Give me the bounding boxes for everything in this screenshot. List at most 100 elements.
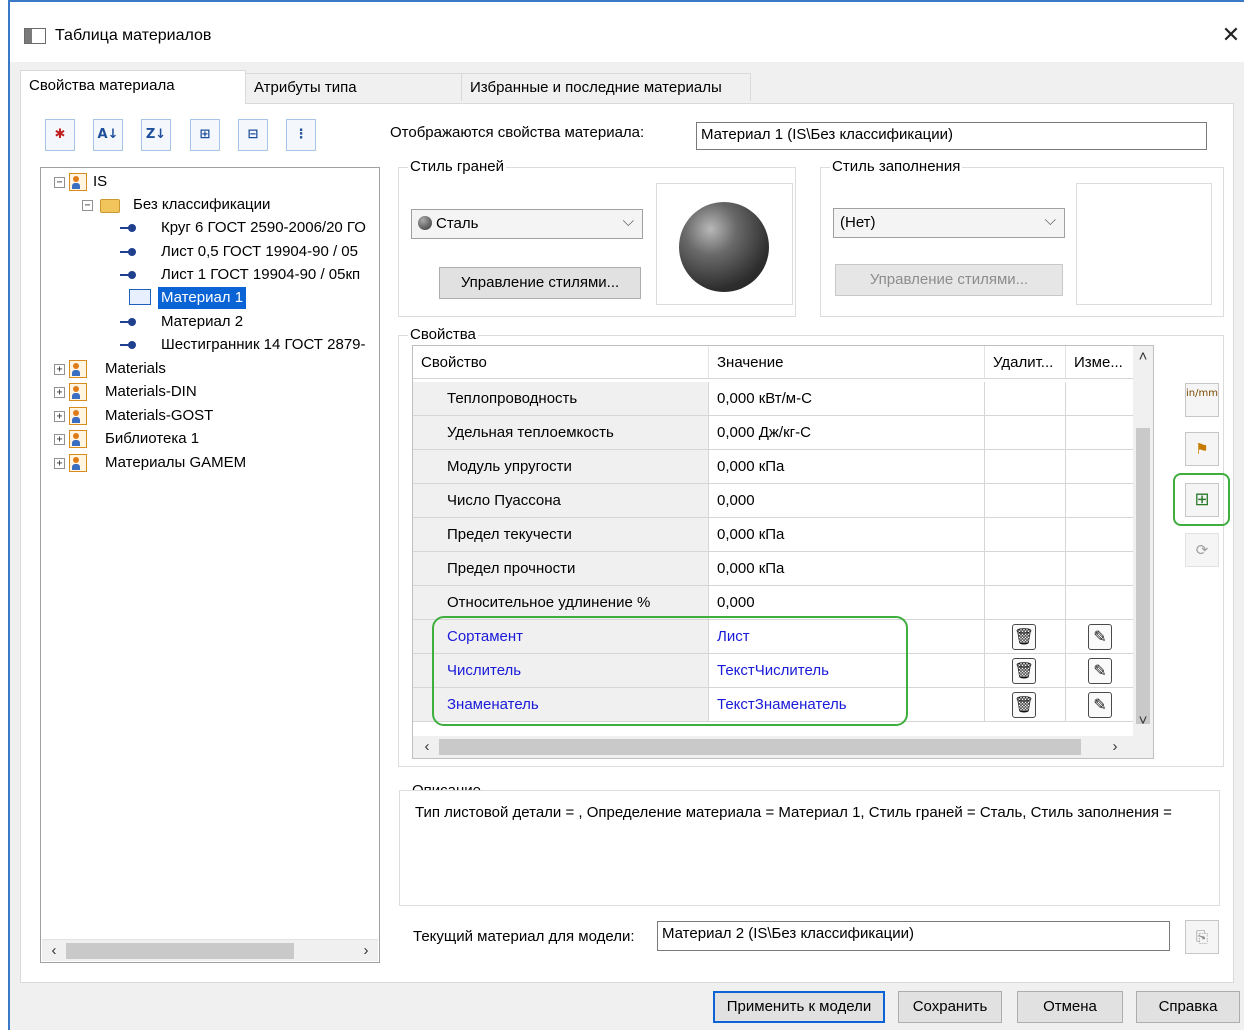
tree-item-material[interactable]: Материал 2 [161,311,243,333]
delete-cell [985,586,1066,620]
tree-item-material[interactable]: Лист 1 ГОСТ 19904-90 / 05кп [161,264,360,286]
refresh-icon[interactable]: ⟳ [1185,533,1219,567]
tree-item-material[interactable]: Круг 6 ГОСТ 2590-2006/20 ГО [161,217,366,239]
grid-vertical-scrollbar[interactable]: ˄ ˅ [1133,346,1153,736]
scroll-up-icon[interactable]: ˄ [1133,348,1153,366]
edit-cell [1066,416,1134,450]
apply-current-material-icon[interactable]: ⎘ [1185,920,1219,954]
scroll-left-icon[interactable]: ‹ [417,736,437,758]
apply-to-model-button[interactable]: Применить к модели [713,991,885,1023]
tree-item-library[interactable]: Библиотека 1 [105,428,199,450]
property-value-cell[interactable]: 0,000 кПа [709,450,985,484]
material-tree[interactable]: − IS − Без классификации Круг 6 ГОСТ 259… [40,167,380,963]
tree-item-is[interactable]: IS [93,171,107,193]
property-name-cell[interactable]: Теплопроводность [413,382,709,416]
help-button[interactable]: Справка [1136,991,1240,1023]
tree-item-material[interactable]: Лист 0,5 ГОСТ 19904-90 / 05 [161,241,358,263]
shown-props-label: Отображаются свойства материала: [390,124,645,141]
tab-favorites-recent[interactable]: Избранные и последние материалы [461,73,751,101]
material-icon [120,223,142,233]
property-name-cell[interactable]: Модуль упругости [413,450,709,484]
collapse-tree-icon[interactable]: ⊟ [238,119,268,151]
property-name-cell[interactable]: Удельная теплоемкость [413,416,709,450]
collapse-icon[interactable]: − [54,177,65,188]
delete-cell [985,416,1066,450]
material-icon [120,317,142,327]
shown-props-field[interactable]: Материал 1 (IS\Без классификации) [696,122,1207,150]
face-style-select[interactable]: Сталь ⌵ [411,209,643,239]
property-value-cell[interactable]: 0,000 кВт/м-С [709,382,985,416]
scroll-left-icon[interactable]: ‹ [44,940,64,962]
current-material-field[interactable]: Материал 2 (IS\Без классификации) [657,921,1170,951]
scroll-thumb[interactable] [1136,428,1150,724]
tree-item-library[interactable]: Materials-GOST [105,405,213,427]
close-icon[interactable]: ✕ [1218,22,1244,50]
fill-style-select[interactable]: (Нет) ⌵ [833,208,1065,238]
manage-fill-styles-button[interactable]: Управление стилями... [835,264,1063,296]
expand-icon[interactable]: + [54,364,65,375]
property-value-cell[interactable]: 0,000 кПа [709,518,985,552]
scroll-thumb[interactable] [439,739,1081,755]
property-value-cell[interactable]: 0,000 Дж/кг-С [709,416,985,450]
expand-icon[interactable]: + [54,458,65,469]
manage-face-styles-button[interactable]: Управление стилями... [439,267,641,299]
tree-item-unclassified[interactable]: Без классификации [133,194,270,216]
edit-icon[interactable]: ✎ [1088,658,1112,684]
edit-cell [1066,484,1134,518]
tree-item-material-selected[interactable]: Материал 1 [158,287,247,309]
tree-item-library[interactable]: Materials [105,358,166,380]
collapse-icon[interactable]: − [82,200,93,211]
expand-icon[interactable]: + [54,411,65,422]
col-header-edit[interactable]: Изме... [1066,346,1134,379]
grid-horizontal-scrollbar[interactable]: ‹ › [413,736,1153,758]
tab-type-attributes[interactable]: Атрибуты типа [245,73,462,101]
scroll-right-icon[interactable]: › [356,940,376,962]
tab-material-properties[interactable]: Свойства материала [20,70,246,104]
property-name-cell[interactable]: Предел прочности [413,552,709,586]
property-value-cell[interactable]: 0,000 [709,586,985,620]
expand-icon[interactable]: + [54,434,65,445]
library-icon [69,407,87,425]
delete-icon[interactable]: 🗑 [1012,692,1036,718]
col-header-property[interactable]: Свойство [413,346,709,379]
expand-icon[interactable]: + [54,387,65,398]
property-value-cell[interactable]: 0,000 кПа [709,552,985,586]
scroll-thumb[interactable] [66,943,294,959]
edit-cell [1066,552,1134,586]
delete-cell [985,382,1066,416]
save-button[interactable]: Сохранить [898,991,1002,1023]
new-material-icon[interactable]: ✱ [45,119,75,151]
edit-icon[interactable]: ✎ [1088,624,1112,650]
col-header-delete[interactable]: Удалит... [985,346,1066,379]
fill-style-value: (Нет) [840,214,876,231]
description-text: Тип листовой детали = , Определение мате… [399,790,1220,906]
library-icon [69,383,87,401]
tree-item-material[interactable]: Шестигранник 14 ГОСТ 2879- [161,334,366,356]
sort-za-icon[interactable]: Z↓ [141,119,171,151]
sort-az-icon[interactable]: A↓ [93,119,123,151]
tree-horizontal-scrollbar[interactable]: ‹ › [42,939,378,961]
units-icon[interactable]: in/mm [1185,383,1219,417]
property-name-cell[interactable]: Число Пуассона [413,484,709,518]
delete-cell [985,552,1066,586]
scroll-right-icon[interactable]: › [1105,736,1125,758]
window-title: Таблица материалов [55,27,212,44]
col-header-value[interactable]: Значение [709,346,985,379]
property-value-cell[interactable]: 0,000 [709,484,985,518]
tree-item-library[interactable]: Materials-DIN [105,381,197,403]
property-name-cell[interactable]: Относительное удлинение % [413,586,709,620]
material-icon [120,340,142,350]
assign-material-icon[interactable]: ⚑ [1185,432,1219,466]
add-property-highlight [1173,473,1230,526]
cancel-button[interactable]: Отмена [1017,991,1123,1023]
edit-cell [1066,518,1134,552]
property-name-cell[interactable]: Предел текучести [413,518,709,552]
delete-icon[interactable]: 🗑 [1012,658,1036,684]
tree-item-library[interactable]: Материалы GAMEM [105,452,246,474]
delete-icon[interactable]: 🗑 [1012,624,1036,650]
expand-tree-icon[interactable]: ⊞ [190,119,220,151]
current-material-label: Текущий материал для модели: [413,928,635,945]
tree-view-icon[interactable]: ⋮ [286,119,316,151]
scroll-down-icon[interactable]: ˅ [1133,712,1153,730]
edit-icon[interactable]: ✎ [1088,692,1112,718]
